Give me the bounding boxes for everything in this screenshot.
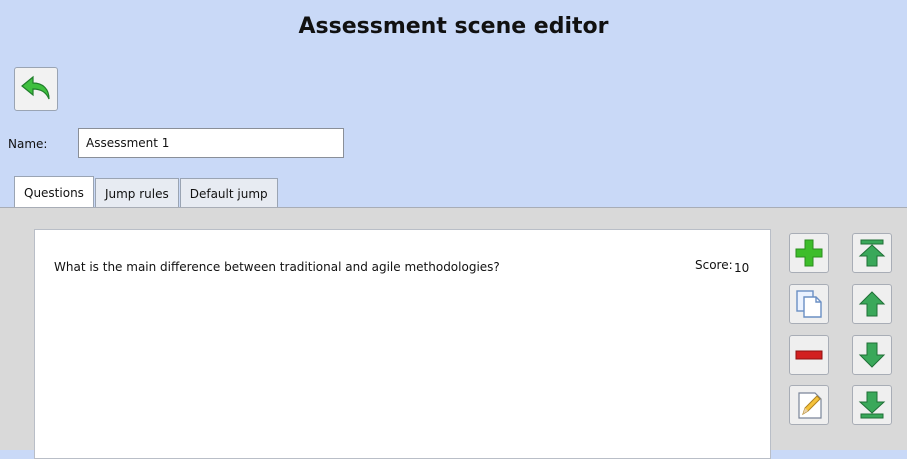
question-text: What is the main difference between trad… [54, 260, 500, 274]
move-to-bottom-button[interactable] [852, 385, 892, 425]
duplicate-question-button[interactable] [789, 284, 829, 324]
tab-bar: Questions Jump rules Default jump [14, 176, 279, 208]
undo-arrow-icon [21, 75, 50, 100]
move-up-button[interactable] [852, 284, 892, 324]
pencil-icon [798, 392, 822, 419]
add-question-button[interactable] [789, 233, 829, 273]
minus-icon [795, 350, 823, 360]
score-label: Score: [695, 258, 733, 272]
tab-default-jump[interactable]: Default jump [179, 178, 278, 208]
move-to-bottom-icon [858, 391, 886, 419]
back-button[interactable] [14, 67, 58, 111]
edit-question-button[interactable] [789, 385, 829, 425]
tab-jump-rules[interactable]: Jump rules [94, 178, 179, 208]
questions-list: What is the main difference between trad… [34, 229, 771, 459]
duplicate-icon [796, 290, 822, 318]
name-label: Name: [8, 137, 48, 151]
move-down-icon [858, 342, 886, 368]
move-up-icon [858, 291, 886, 317]
name-input[interactable] [78, 128, 344, 158]
window-title: Assessment scene editor [298, 14, 609, 39]
plus-icon [795, 239, 823, 267]
move-down-button[interactable] [852, 335, 892, 375]
tab-questions[interactable]: Questions [14, 176, 94, 208]
move-to-top-button[interactable] [852, 233, 892, 273]
score-value: 10 [734, 261, 750, 275]
delete-question-button[interactable] [789, 335, 829, 375]
move-to-top-icon [858, 239, 886, 267]
